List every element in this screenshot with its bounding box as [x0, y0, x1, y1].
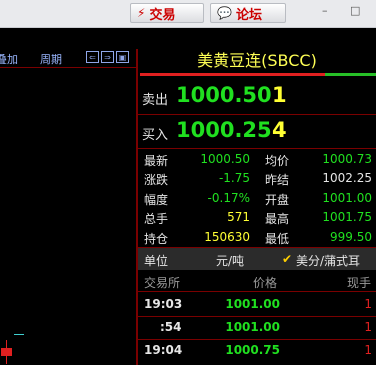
chart-area[interactable]	[0, 68, 136, 365]
stat-value: 1001.00	[322, 190, 372, 205]
trade-qty: 1	[364, 320, 372, 334]
stat-value: 150630	[204, 229, 250, 244]
stat-label: 持仓	[144, 231, 169, 246]
chart-candle	[1, 348, 12, 356]
trades-header-qty: 现手	[347, 276, 372, 290]
trade-time: :54	[160, 320, 182, 334]
unit-label: 单位	[144, 254, 169, 268]
chart-toolbar: 叠加 周期 ⇐ ⇒ ▣	[0, 49, 136, 68]
stat-row: 幅度 -0.17% 开盘 1001.00	[138, 189, 376, 208]
stat-value: -1.75	[218, 171, 250, 186]
forum-button[interactable]: 💬 论坛	[210, 3, 286, 23]
stat-value: 571	[227, 210, 250, 225]
stat-value: 999.50	[330, 229, 372, 244]
stat-value: 1001.75	[322, 210, 372, 225]
unit-alt-toggle[interactable]: 美分/蒲式耳	[296, 252, 360, 269]
scroll-left-icon[interactable]: ⇐	[86, 51, 99, 63]
stat-row: 涨跌 -1.75 昨结 1002.25	[138, 169, 376, 188]
bid-price: 1000.25	[176, 118, 272, 142]
trade-price: 1001.00	[225, 297, 280, 311]
stat-label: 均价	[265, 154, 290, 168]
trade-row: 19:04 1000.75 1	[138, 340, 376, 362]
chart-tick-mark	[14, 334, 24, 335]
trade-row: 19:03 1001.00 1	[138, 294, 376, 316]
chat-bubble-icon: 💬	[217, 6, 232, 20]
stat-value: 1000.73	[322, 152, 372, 166]
stat-label: 幅度	[144, 192, 169, 207]
divider	[138, 291, 376, 292]
trade-qty: 1	[364, 343, 372, 357]
bid-label: 买入	[142, 128, 169, 143]
stat-label: 总手	[144, 212, 169, 227]
sell-pressure-bar	[325, 73, 376, 76]
scroll-right-icon[interactable]: ⇒	[101, 51, 114, 63]
buy-pressure-bar	[140, 73, 325, 76]
contract-title: 美黄豆连(SBCC)	[138, 48, 376, 73]
stat-row: 总手 571 最高 1001.75	[138, 208, 376, 227]
stat-value: 1000.50	[200, 152, 250, 166]
trade-button[interactable]: ⚡ 交易	[130, 3, 204, 23]
minimize-button[interactable]: –	[322, 4, 328, 17]
trade-price: 1000.75	[225, 343, 280, 357]
stat-row: 持仓 150630 最低 999.50	[138, 228, 376, 247]
stat-label: 最低	[265, 231, 290, 246]
forum-button-label: 论坛	[235, 7, 262, 23]
trade-row: :54 1001.00 1	[138, 317, 376, 339]
trade-button-label: 交易	[149, 7, 176, 23]
maximize-button[interactable]: □	[350, 4, 360, 17]
lightning-icon: ⚡	[137, 6, 146, 20]
top-toolbar: ⚡ 交易 💬 论坛 – □	[0, 0, 376, 28]
period-menu[interactable]: 周期	[40, 51, 62, 67]
stat-value: -0.17%	[207, 190, 250, 205]
bid-row: 买入 1000.25 4	[138, 115, 376, 148]
ask-price: 1000.50	[176, 83, 272, 107]
stat-label: 开盘	[265, 192, 290, 207]
stat-row: 最新 1000.50 均价 1000.73	[138, 150, 376, 169]
stat-value: 1002.25	[322, 171, 372, 186]
trade-price: 1001.00	[225, 320, 280, 334]
stat-label: 涨跌	[144, 173, 169, 188]
bid-qty: 4	[272, 118, 287, 142]
trades-header-time: 交易所	[144, 276, 181, 290]
unit-value: 元/吨	[216, 254, 245, 268]
ask-label: 卖出	[142, 93, 169, 108]
trades-header-price: 价格	[253, 276, 278, 290]
divider	[138, 148, 376, 149]
stat-label: 最新	[144, 154, 169, 168]
unit-bar: 单位 元/吨 ✔ 美分/蒲式耳	[138, 248, 376, 270]
stat-label: 昨结	[265, 173, 290, 188]
fit-chart-icon[interactable]: ▣	[116, 51, 129, 63]
ask-qty: 1	[272, 83, 287, 107]
trade-time: 19:04	[144, 343, 183, 357]
stat-label: 最高	[265, 212, 290, 227]
check-icon[interactable]: ✔	[282, 252, 292, 266]
trade-qty: 1	[364, 297, 372, 311]
ask-row: 卖出 1000.50 1	[138, 80, 376, 113]
trade-time: 19:03	[144, 297, 183, 311]
overlay-menu[interactable]: 叠加	[0, 51, 18, 67]
